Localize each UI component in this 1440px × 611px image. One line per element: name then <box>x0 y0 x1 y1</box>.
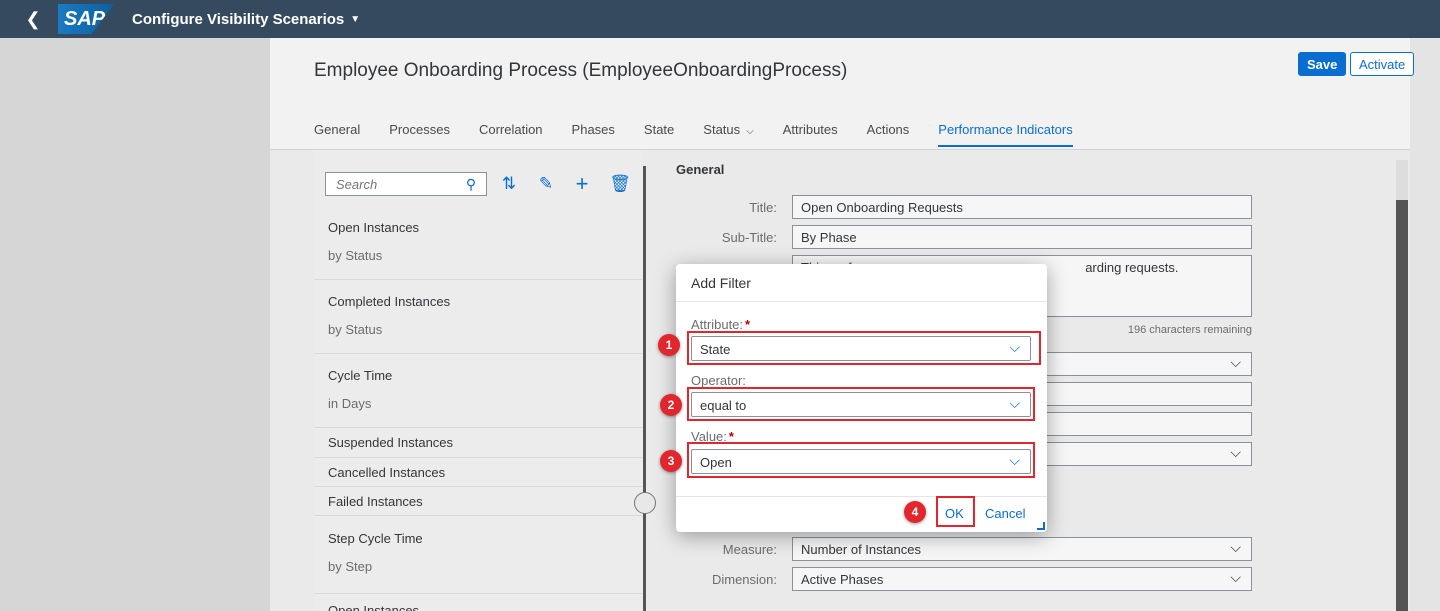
back-icon[interactable]: ❮ <box>14 0 52 38</box>
pane-splitter[interactable] <box>643 166 646 611</box>
list-item[interactable]: Suspended Instances <box>314 428 642 458</box>
list-item-subtitle: in Days <box>328 396 372 411</box>
required-marker: * <box>745 317 751 332</box>
list-item-title: Step Cycle Time <box>328 531 423 546</box>
list-item[interactable]: Step Cycle Time by Step <box>314 516 642 594</box>
tab-phases[interactable]: Phases <box>572 120 615 147</box>
step-marker-3: 3 <box>660 450 682 472</box>
list-item[interactable]: Open Instances <box>314 594 642 611</box>
resize-grip-icon[interactable] <box>1037 522 1045 530</box>
list-item[interactable]: Completed Instances by Status <box>314 280 642 354</box>
activate-button[interactable]: Activate <box>1350 52 1415 76</box>
search-icon[interactable]: ⚲ <box>460 176 482 193</box>
operator-label: Operator: <box>691 373 746 388</box>
list-item-subtitle: by Step <box>328 559 373 574</box>
list-item-title: Completed Instances <box>328 294 451 309</box>
measure-label: Measure: <box>722 542 777 557</box>
list-item-subtitle: by Status <box>328 322 383 337</box>
divider <box>676 301 1047 302</box>
list-item[interactable]: Failed Instances <box>314 487 642 516</box>
tab-general[interactable]: General <box>314 120 360 147</box>
sap-logo[interactable]: SAP <box>58 4 114 34</box>
tab-attributes[interactable]: Attributes <box>783 120 838 147</box>
list-item[interactable]: Open Instances by Status <box>314 208 642 280</box>
tab-label: Correlation <box>478 122 543 137</box>
tab-label: Performance Indicators <box>938 122 1073 137</box>
search-field[interactable]: ⚲ <box>325 172 487 196</box>
add-icon[interactable]: + <box>570 171 594 196</box>
add-filter-dialog: Add Filter Attribute:* State Operator: e… <box>676 264 1047 532</box>
tab-processes[interactable]: Processes <box>389 120 450 147</box>
list-item-title: Open Instances <box>328 603 420 611</box>
measure-select[interactable]: Number of Instances <box>792 537 1252 561</box>
tab-label: General <box>314 122 361 137</box>
subtitle-input[interactable]: By Phase <box>792 225 1252 249</box>
shell-bar: ❮ SAP Configure Visibility Scenarios ▼ <box>0 0 1440 38</box>
cancel-button[interactable]: Cancel <box>985 506 1025 521</box>
highlight-box <box>936 496 975 527</box>
scrollbar-thumb[interactable] <box>1396 200 1408 611</box>
highlight-box <box>687 331 1041 365</box>
tab-correlation[interactable]: Correlation <box>479 120 543 147</box>
list-item-title: Failed Instances <box>328 494 423 509</box>
page-title: Employee Onboarding Process (EmployeeOnb… <box>314 60 848 81</box>
char-counter: 196 characters remaining <box>1127 324 1252 336</box>
subtitle-label: Sub-Title: <box>721 230 777 245</box>
chevron-down-icon: ⌵ <box>746 126 754 137</box>
list-item-title: Cycle Time <box>328 368 393 383</box>
tab-bar: General Processes Correlation Phases Sta… <box>314 120 1102 147</box>
tab-label: Processes <box>389 122 450 137</box>
tab-state[interactable]: State <box>644 120 674 147</box>
search-input[interactable] <box>326 176 460 192</box>
sort-icon[interactable]: ⇅ <box>497 172 521 196</box>
dialog-title: Add Filter <box>691 275 751 291</box>
left-gutter <box>0 38 270 611</box>
tab-label: State <box>643 122 675 137</box>
tab-label: Attributes <box>782 122 838 137</box>
description-text-right: arding requests. <box>1085 260 1179 275</box>
attribute-label: Attribute: * <box>691 317 750 332</box>
tab-label: Status <box>703 122 741 137</box>
list-item[interactable]: Cancelled Instances <box>314 458 642 487</box>
list-item[interactable]: Cycle Time in Days <box>314 354 642 428</box>
title-input[interactable]: Open Onboarding Requests <box>792 195 1252 219</box>
object-header: Employee Onboarding Process (EmployeeOnb… <box>270 38 1415 150</box>
save-button[interactable]: Save <box>1298 52 1347 76</box>
step-marker-4: 4 <box>904 501 926 523</box>
tab-performance-indicators[interactable]: Performance Indicators <box>938 120 1073 147</box>
dimension-select[interactable]: Active Phases <box>792 567 1252 591</box>
list-item-title: Open Instances <box>328 220 420 235</box>
divider <box>676 496 1047 497</box>
kpi-list-pane: ⚲ ⇅ ✎ + 🗑 Open Instances by Status Compl… <box>314 150 642 611</box>
step-marker-2: 2 <box>660 394 682 416</box>
step-marker-1: 1 <box>658 334 680 356</box>
edit-icon[interactable]: ✎ <box>534 172 558 196</box>
tab-label: Actions <box>866 122 910 137</box>
list-item-subtitle: by Status <box>328 248 383 263</box>
caret-down-icon: ▼ <box>350 13 361 25</box>
list-item-title: Cancelled Instances <box>328 465 446 480</box>
right-gutter <box>1410 38 1440 611</box>
splitter-handle[interactable] <box>634 492 656 514</box>
attribute-label-text: Attribute: <box>691 317 744 332</box>
delete-icon[interactable]: 🗑 <box>608 172 632 196</box>
highlight-box <box>687 442 1035 478</box>
list-item-title: Suspended Instances <box>328 435 454 450</box>
section-heading: General <box>676 162 725 177</box>
tab-actions[interactable]: Actions <box>867 120 910 147</box>
title-label: Title: <box>749 200 777 215</box>
app-title: Configure Visibility Scenarios <box>132 10 345 28</box>
dimension-label: Dimension: <box>711 572 777 587</box>
tab-status[interactable]: Status ⌵ <box>703 120 753 147</box>
app-title-menu[interactable]: Configure Visibility Scenarios ▼ <box>132 11 360 28</box>
tab-label: Phases <box>571 122 615 137</box>
highlight-box <box>687 387 1035 421</box>
